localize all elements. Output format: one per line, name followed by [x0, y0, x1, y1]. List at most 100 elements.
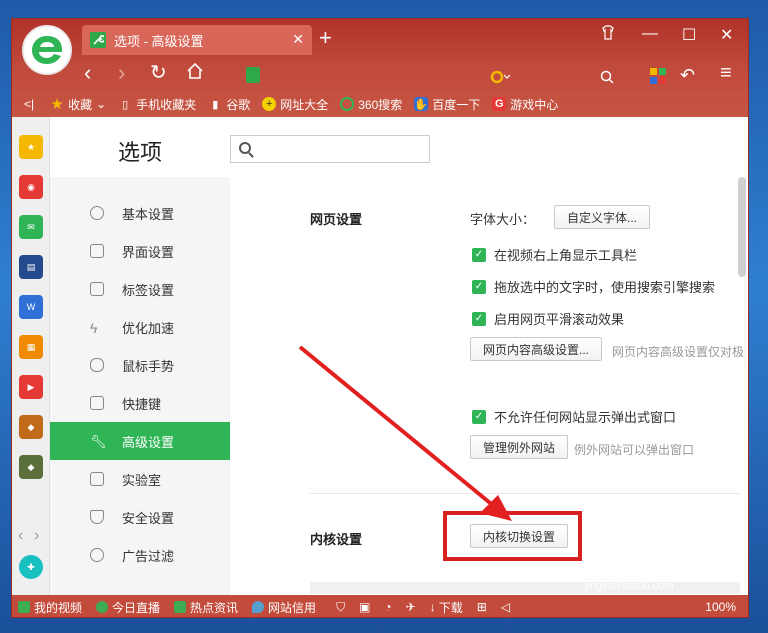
star-icon: ★	[50, 96, 64, 113]
nav-advanced[interactable]: 🔧︎ 高级设置	[50, 422, 230, 460]
status-pin-icon[interactable]: ✈	[406, 600, 416, 614]
bookmark-item[interactable]: ✋ 百度一下	[414, 96, 480, 113]
status-bar: 我的视频 今日直播 热点资讯 网站信用 ⛉ ▣ ◔ ✈ ↓ 下载 ⊞ ◁ 100%	[12, 595, 748, 617]
navigation-row: ‹ › ↻ ↶ ≡	[12, 57, 748, 91]
maximize-button[interactable]: ☐	[682, 25, 696, 45]
search-icon[interactable]	[600, 65, 614, 89]
nav-ad-filter[interactable]: 广告过滤	[50, 536, 230, 574]
undo-close-tab-icon[interactable]: ↶	[680, 63, 695, 87]
back-button[interactable]: ‹	[84, 61, 91, 85]
nav-speed[interactable]: ϟ 优化加速	[50, 308, 230, 346]
status-sound-icon[interactable]: ◁	[501, 600, 510, 614]
tab-close-icon[interactable]: ✕	[292, 31, 304, 48]
options-search-input[interactable]	[230, 135, 430, 163]
new-tab-button[interactable]: +	[319, 27, 332, 49]
zoom-level[interactable]: 100%	[705, 600, 736, 614]
security-shield-icon[interactable]	[246, 67, 260, 83]
close-window-button[interactable]: ✕	[720, 25, 733, 45]
nav-lab[interactable]: 实验室	[50, 460, 230, 498]
tab-options[interactable]: 选项 - 高级设置 ✕	[82, 25, 312, 55]
web-content-hint: 网页内容高级设置仅对极	[612, 345, 745, 359]
nav-tabs[interactable]: 标签设置	[50, 270, 230, 308]
status-shield-icon[interactable]: ⛉	[336, 600, 345, 615]
word-icon[interactable]: W	[19, 295, 43, 319]
options-nav: 基本设置 界面设置 标签设置 ϟ 优化加速 鼠标手势 快捷键 🔧︎ 高级设置 实验室…	[50, 177, 230, 595]
skin-icon[interactable]	[600, 25, 616, 46]
gear-icon	[90, 206, 104, 220]
menu-icon[interactable]: ≡	[720, 61, 732, 85]
shield-icon	[90, 510, 104, 524]
status-image-icon[interactable]: ▣	[359, 600, 370, 614]
weibo-icon[interactable]: ◉	[19, 175, 43, 199]
nav-interface[interactable]: 界面设置	[50, 232, 230, 270]
bookmark-item[interactable]: G 游戏中心	[492, 96, 558, 113]
apps-icon[interactable]	[650, 65, 666, 89]
keyboard-icon	[90, 396, 104, 410]
checkbox-drag-search[interactable]: ✓ 拖放选中的文字时，使用搜索引擎搜索	[472, 277, 715, 296]
nav-security[interactable]: 安全设置	[50, 498, 230, 536]
minimize-button[interactable]: —	[642, 25, 658, 43]
checkbox-checked-icon: ✓	[472, 311, 486, 326]
status-download[interactable]: ↓ 下载	[430, 599, 463, 616]
bookmark-item[interactable]: 360搜索	[340, 96, 402, 113]
status-speed-icon[interactable]: ◔	[384, 600, 391, 614]
add-app-icon[interactable]: ✚	[19, 555, 43, 579]
advanced-settings-panel: 网页设置 字体大小： 自定义字体... ✓ 在视频右上角显示工具栏 ✓ 拖放选中的文…	[230, 177, 748, 595]
home-button[interactable]	[186, 61, 204, 85]
collapse-left-icon[interactable]: ‹	[18, 527, 23, 545]
search-engine-icon[interactable]	[490, 65, 514, 89]
status-my-video[interactable]: 我的视频	[18, 599, 82, 616]
drop-icon	[252, 601, 265, 613]
web-settings-label: 网页设置	[310, 212, 363, 227]
status-site-credit[interactable]: 网站信用	[252, 599, 316, 616]
scrollbar[interactable]	[738, 177, 746, 277]
mail-icon[interactable]: ✉	[19, 215, 43, 239]
game-icon: G	[492, 97, 507, 111]
page-icon: ▮	[212, 98, 219, 111]
news-icon[interactable]: ▤	[19, 255, 43, 279]
checkbox-checked-icon: ✓	[472, 247, 486, 262]
sidebar-apps: ★ ◉ ✉ ▤ W ▦ ▶ ◆ ◆ ‹ › ✚	[12, 117, 50, 595]
browser-window: 选项 - 高级设置 ✕ + — ☐ ✕ ‹ › ↻ ↶ ≡ <| ★ 收藏 ⌄ …	[11, 18, 749, 618]
search360-icon	[340, 97, 355, 111]
mini-game-icon[interactable]: ▶	[19, 375, 43, 399]
title-bar: 选项 - 高级设置 ✕ + — ☐ ✕ ‹ › ↻ ↶ ≡	[12, 19, 748, 99]
refresh-button[interactable]: ↻	[150, 61, 167, 85]
sidebar-toggle-icon[interactable]: <|	[24, 97, 34, 111]
nav-shortcuts[interactable]: 快捷键	[50, 384, 230, 422]
bookmarks-bar: <| ★ 收藏 ⌄ ▯ 手机收藏夹 ▮ 谷歌 + 网址大全 360搜索 ✋ 百度一…	[12, 91, 748, 117]
mouse-icon	[90, 358, 104, 372]
phone-icon: ▯	[122, 98, 129, 111]
tab-icon	[90, 282, 104, 296]
checkbox-smooth-scroll[interactable]: ✓ 启用网页平滑滚动效果	[472, 309, 624, 328]
bookmark-item[interactable]: ▯ 手机收藏夹	[118, 96, 196, 113]
font-size-label: 字体大小：	[470, 212, 536, 227]
novel-icon[interactable]: ▦	[19, 335, 43, 359]
checkbox-video-toolbar[interactable]: ✓ 在视频右上角显示工具栏	[472, 245, 637, 264]
status-news[interactable]: 热点资讯	[174, 599, 238, 616]
block-icon	[90, 548, 104, 562]
exceptions-hint: 例外网站可以弹出窗口	[574, 443, 695, 457]
game-app-icon-2[interactable]: ◆	[19, 455, 43, 479]
status-grid-icon[interactable]: ⊞	[477, 600, 487, 614]
bookmark-item[interactable]: ★ 收藏 ⌄	[50, 96, 106, 113]
checkbox-checked-icon: ✓	[472, 279, 486, 294]
wrench-icon: 🔧︎	[90, 434, 107, 449]
bookmark-item[interactable]: ▮ 谷歌	[208, 96, 250, 113]
bottom-divider	[310, 582, 740, 594]
window-icon	[90, 244, 104, 258]
game-app-icon[interactable]: ◆	[19, 415, 43, 439]
favorites-icon[interactable]: ★	[19, 135, 43, 159]
lightning-icon: ϟ	[90, 320, 98, 336]
status-live[interactable]: 今日直播	[96, 599, 160, 616]
nav-basic[interactable]: 基本设置	[50, 194, 230, 232]
custom-font-button[interactable]: 自定义字体...	[554, 205, 651, 229]
bookmark-item[interactable]: + 网址大全	[262, 96, 328, 113]
expand-right-icon[interactable]: ›	[34, 527, 39, 545]
play-icon	[96, 601, 109, 613]
forward-button[interactable]: ›	[118, 61, 125, 85]
nav-mouse-gesture[interactable]: 鼠标手势	[50, 346, 230, 384]
globe-icon: +	[262, 97, 277, 111]
options-page: 选项 基本设置 界面设置 标签设置 ϟ 优化加速 鼠标手势 快捷键 🔧︎ 高级设置 …	[50, 117, 748, 595]
annotation-arrow-icon	[298, 345, 512, 521]
